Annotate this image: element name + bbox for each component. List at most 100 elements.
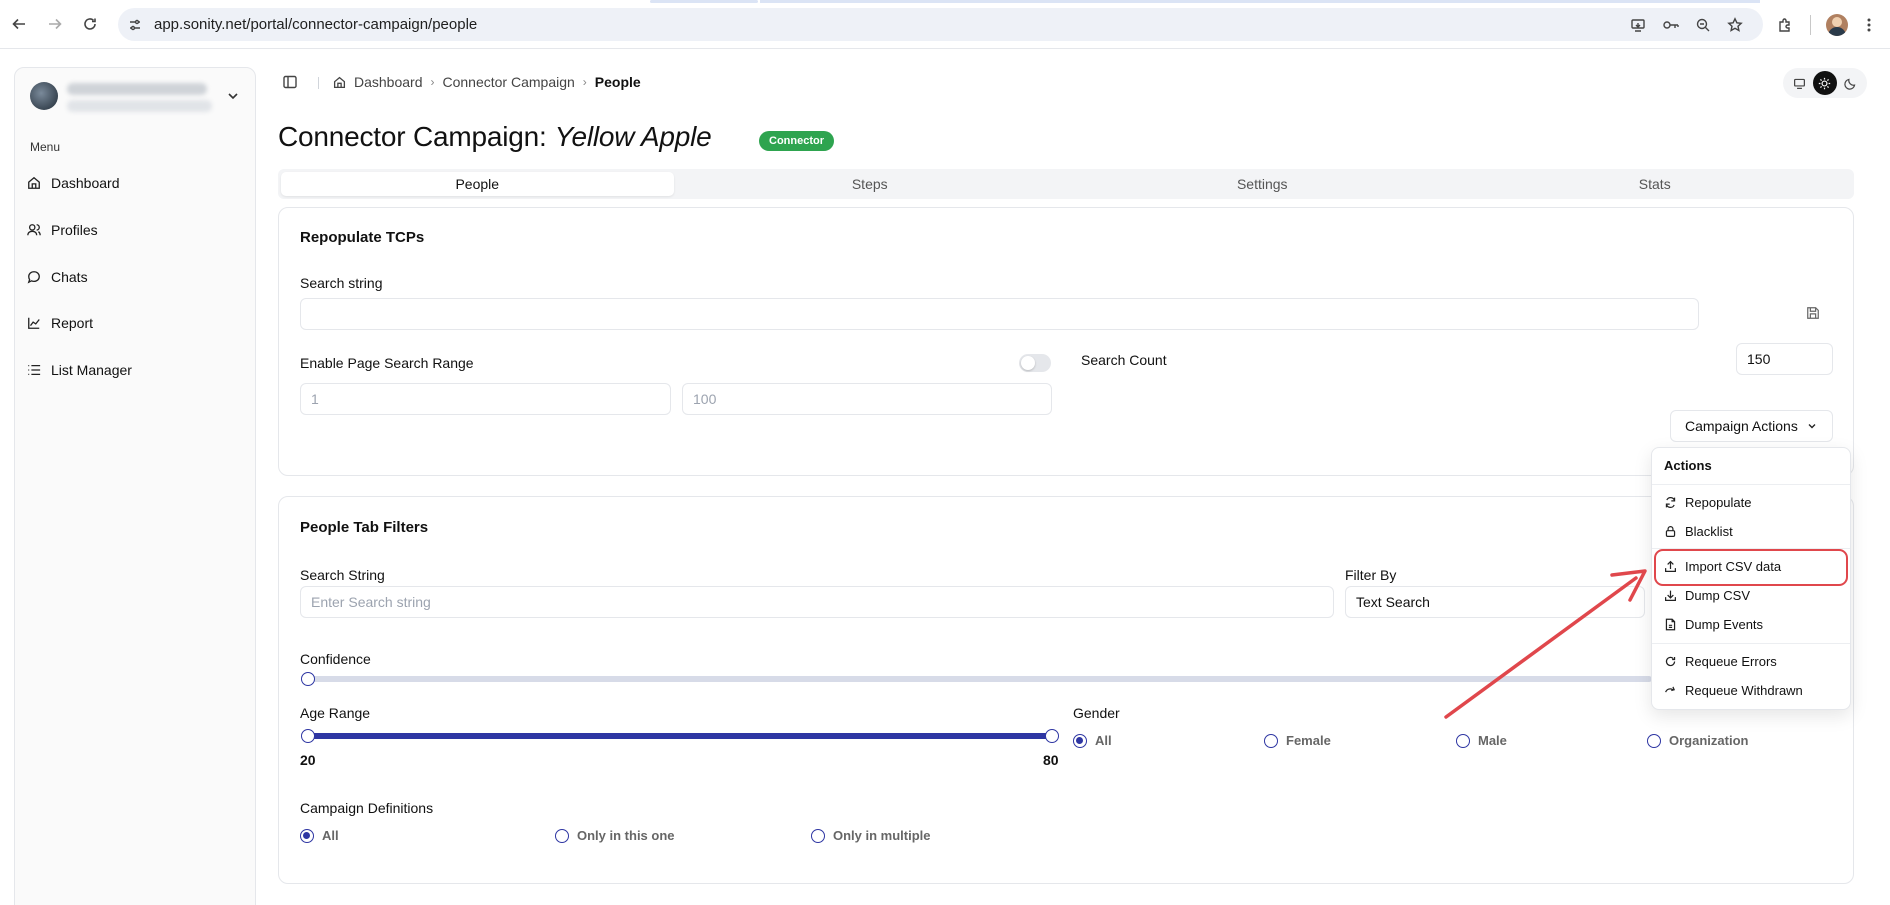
menu-item-requeue-errors[interactable]: Requeue Errors (1664, 654, 1777, 669)
gender-option-label: All (1095, 733, 1112, 748)
reload-icon[interactable] (79, 13, 101, 35)
age-min-thumb[interactable] (301, 729, 315, 743)
import-csv-highlight (1654, 549, 1848, 586)
filter-search-label: Search String (300, 567, 385, 583)
redo-icon (1665, 656, 1676, 667)
menu-divider (1652, 643, 1850, 644)
chat-icon (27, 271, 40, 284)
user-name-redacted (67, 83, 207, 95)
more-menu-icon[interactable] (1858, 14, 1880, 36)
radio-dot (1073, 733, 1087, 748)
sidebar-toggle-icon[interactable] (282, 74, 298, 90)
enable-range-label: Enable Page Search Range (300, 355, 474, 371)
chevron-right-icon: › (430, 75, 435, 89)
gender-option-all[interactable]: All (1073, 733, 1112, 748)
menu-heading: Actions (1664, 458, 1712, 473)
home-icon (333, 76, 346, 88)
menu-item-label: Blacklist (1685, 524, 1733, 539)
theme-toggle (1783, 68, 1867, 98)
menu-item-blacklist[interactable]: Blacklist (1664, 524, 1733, 539)
tab-strip-edge (650, 0, 758, 3)
sidebar-item-chats[interactable]: Chats (27, 262, 237, 292)
age-range-track[interactable] (307, 733, 1052, 739)
user-avatar[interactable] (30, 82, 58, 110)
sidebar-item-label: Dashboard (51, 175, 120, 191)
breadcrumb-connector-campaign[interactable]: Connector Campaign (443, 74, 575, 90)
age-max-thumb[interactable] (1045, 729, 1059, 743)
search-string-label: Search string (300, 275, 383, 291)
campaign-actions-label: Campaign Actions (1685, 418, 1798, 434)
filter-by-select[interactable]: Text Search (1345, 586, 1645, 618)
filter-search-input[interactable]: Enter Search string (300, 586, 1334, 618)
breadcrumb-current: People (594, 74, 641, 90)
menu-item-requeue-withdrawn[interactable]: Requeue Withdrawn (1664, 683, 1803, 698)
list-icon (28, 364, 41, 376)
range-to-input[interactable]: 100 (682, 383, 1052, 415)
tab-steps[interactable]: Steps (674, 172, 1067, 196)
sidebar-item-label: Profiles (51, 222, 98, 238)
age-min-value: 20 (300, 752, 316, 768)
save-icon[interactable] (1806, 306, 1822, 322)
sidebar-item-label: List Manager (51, 362, 132, 378)
menu-item-label: Dump Events (1685, 617, 1764, 632)
confidence-slider-track[interactable] (307, 676, 1652, 682)
age-range-label: Age Range (300, 705, 371, 721)
extensions-icon[interactable] (1774, 14, 1796, 36)
zoom-icon[interactable] (1692, 14, 1714, 36)
confidence-slider-thumb[interactable] (301, 672, 315, 686)
campaign-actions-button[interactable]: Campaign Actions (1670, 410, 1833, 442)
radio-dot (1264, 733, 1278, 748)
menu-item-dump-csv[interactable]: Dump CSV (1664, 588, 1750, 603)
monitor-icon[interactable] (1788, 71, 1812, 95)
definition-option-label: Only in this one (577, 828, 675, 843)
gender-option-label: Female (1286, 733, 1331, 748)
filters-title: People Tab Filters (300, 519, 429, 536)
url-text[interactable]: app.sonity.net/portal/connector-campaign… (154, 16, 477, 33)
install-app-icon[interactable] (1627, 14, 1649, 36)
sidebar-item-report[interactable]: Report (27, 308, 237, 338)
tab-stats[interactable]: Stats (1459, 172, 1852, 196)
range-from-input[interactable]: 1 (300, 383, 671, 415)
radio-dot (1456, 733, 1470, 748)
menu-item-repopulate[interactable]: Repopulate (1664, 495, 1752, 510)
sun-icon[interactable] (1812, 71, 1837, 95)
sidebar-item-dashboard[interactable]: Dashboard (27, 168, 237, 198)
moon-icon[interactable] (1838, 71, 1862, 95)
definition-option-multiple[interactable]: Only in multiple (811, 828, 931, 843)
forward-icon[interactable] (44, 13, 66, 35)
back-icon[interactable] (8, 13, 30, 35)
gender-option-organization[interactable]: Organization (1647, 733, 1748, 748)
menu-item-dump-events[interactable]: Dump Events (1664, 617, 1763, 632)
campaign-type-badge: Connector (759, 131, 834, 151)
repopulate-title: Repopulate TCPs (300, 229, 425, 246)
home-icon (28, 176, 40, 189)
definition-option-all[interactable]: All (300, 828, 339, 843)
gender-option-male[interactable]: Male (1456, 733, 1507, 748)
filters-card (278, 496, 1854, 884)
search-string-input[interactable] (300, 298, 1699, 330)
sidebar-item-list-manager[interactable]: List Manager (27, 355, 237, 385)
bookmark-star-icon[interactable] (1724, 14, 1746, 36)
gender-option-label: Organization (1669, 733, 1749, 748)
enable-range-toggle[interactable] (1019, 354, 1051, 372)
file-icon (1665, 618, 1676, 631)
chevron-right-icon: › (582, 75, 587, 89)
tab-settings[interactable]: Settings (1066, 172, 1459, 196)
search-count-input[interactable]: 150 (1736, 343, 1833, 375)
definition-option-only-this[interactable]: Only in this one (555, 828, 675, 843)
gender-option-female[interactable]: Female (1264, 733, 1331, 748)
repopulate-card (278, 207, 1854, 476)
menu-item-label: Requeue Withdrawn (1685, 683, 1803, 698)
gender-label: Gender (1073, 705, 1120, 721)
sidebar-item-profiles[interactable]: Profiles (27, 215, 237, 245)
breadcrumb-dashboard[interactable]: Dashboard (354, 74, 423, 90)
page-title-prefix: Connector Campaign: (278, 121, 547, 152)
site-info-icon[interactable] (124, 14, 146, 36)
menu-divider (1652, 484, 1850, 485)
password-key-icon[interactable] (1660, 14, 1682, 36)
chevron-down-icon[interactable] (225, 88, 241, 104)
tab-people[interactable]: People (281, 172, 674, 196)
menu-item-label: Requeue Errors (1685, 654, 1777, 669)
chevron-down-icon (1808, 424, 1816, 429)
profile-avatar[interactable] (1826, 14, 1848, 36)
